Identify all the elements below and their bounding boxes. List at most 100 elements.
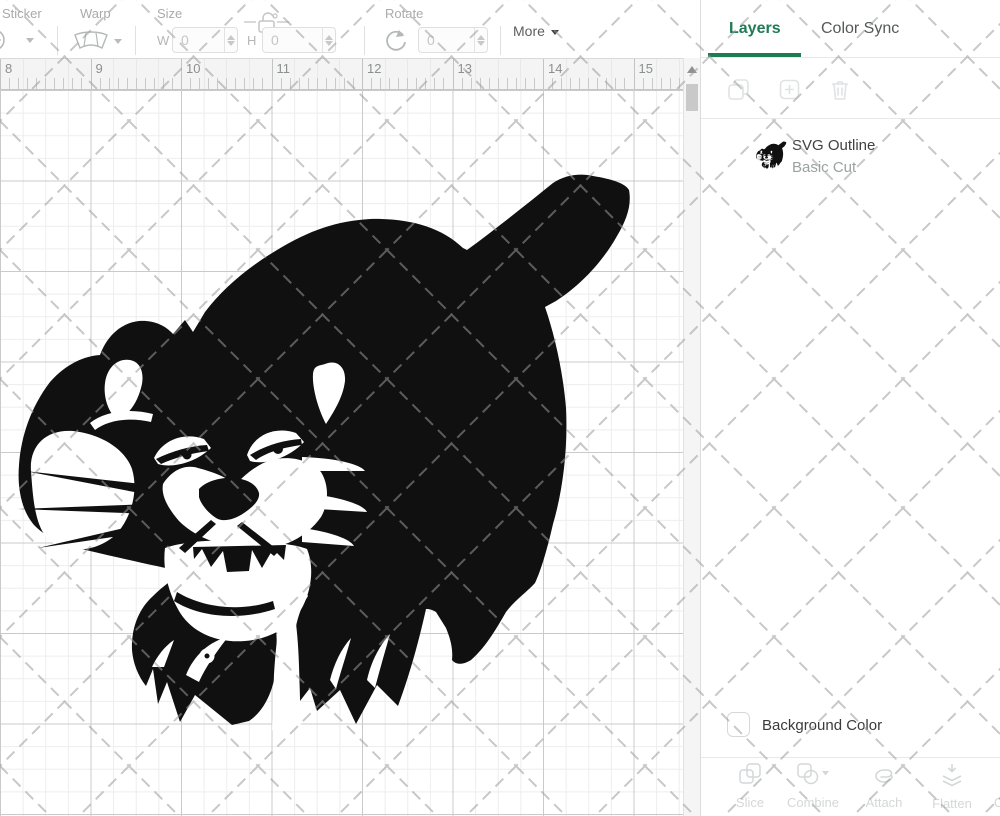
ruler-tick: [294, 59, 295, 90]
slice-icon: [738, 763, 762, 787]
width-stepper[interactable]: [224, 28, 237, 52]
ruler-tick: [385, 59, 386, 90]
ruler-tick: [281, 78, 282, 89]
ruler-tick: [9, 78, 10, 89]
ruler-tick: [489, 78, 490, 89]
panel-divider: [701, 118, 1000, 119]
ruler-tick: [63, 78, 64, 89]
ruler-tick: [398, 78, 399, 89]
size-label: Size: [157, 6, 182, 21]
warp-icon[interactable]: [72, 31, 110, 51]
slice-button[interactable]: Slice: [718, 763, 782, 810]
ruler-tick: [570, 78, 571, 89]
ruler-tick: [308, 78, 309, 89]
combine-label: Combine: [781, 795, 845, 810]
toolbar-divider: [500, 26, 501, 55]
ruler-tick: [624, 78, 625, 89]
more-button[interactable]: More: [513, 23, 545, 39]
flatten-button[interactable]: Flatten: [920, 763, 984, 811]
scroll-up-icon[interactable]: [687, 66, 697, 73]
ruler: 89101112131415: [0, 58, 683, 90]
tab-layers[interactable]: Layers: [729, 20, 781, 38]
ruler-tick: [661, 78, 662, 89]
duplicate-icon[interactable]: [728, 79, 750, 101]
rotate-input[interactable]: [419, 28, 474, 52]
delete-icon[interactable]: [830, 79, 850, 101]
height-label: H: [247, 33, 256, 48]
ruler-number: 11: [277, 61, 291, 76]
ruler-number: 12: [367, 61, 381, 76]
toolbar-divider: [135, 26, 136, 55]
ruler-tick: [36, 78, 37, 89]
width-label: W: [157, 33, 169, 48]
ruler-number: 8: [5, 61, 12, 76]
more-caret-icon[interactable]: [551, 30, 559, 35]
rotate-icon[interactable]: [383, 28, 409, 54]
panel-divider: [701, 757, 1000, 758]
ruler-number: 9: [96, 61, 103, 76]
ruler-number: 14: [548, 61, 562, 76]
ruler-tick: [154, 78, 155, 89]
ruler-tick: [453, 59, 454, 90]
ruler-tick: [389, 78, 390, 89]
ruler-tick: [652, 78, 653, 89]
ruler-tick: [407, 78, 408, 89]
ruler-tick: [23, 59, 24, 90]
height-input-box: [262, 27, 336, 53]
ruler-tick: [81, 78, 82, 89]
ruler-tick: [425, 78, 426, 89]
top-toolbar: Sticker Warp Size W H Rotate More: [0, 0, 700, 57]
ruler-tick: [371, 78, 372, 89]
sticker-icon[interactable]: [0, 28, 20, 52]
ruler-tick: [579, 78, 580, 89]
ruler-tick: [615, 78, 616, 89]
ruler-tick: [145, 78, 146, 89]
layer-thumbnail: [756, 141, 787, 170]
combine-icon: [796, 763, 830, 787]
ruler-tick: [443, 78, 444, 89]
ruler-tick: [643, 78, 644, 89]
attach-button[interactable]: Attach: [852, 763, 916, 810]
rotate-stepper[interactable]: [474, 28, 487, 52]
add-layer-icon[interactable]: [779, 79, 801, 101]
ruler-tick: [244, 78, 245, 89]
height-stepper[interactable]: [322, 28, 335, 52]
ruler-tick: [434, 78, 435, 89]
width-input[interactable]: [173, 28, 224, 52]
panel-divider: [701, 57, 1000, 58]
slice-label: Slice: [718, 795, 782, 810]
attach-icon: [871, 763, 897, 787]
ruler-tick: [109, 78, 110, 89]
ruler-tick: [127, 78, 128, 89]
ruler-tick: [272, 59, 273, 90]
ruler-tick: [262, 78, 263, 89]
scrollbar-thumb[interactable]: [686, 84, 698, 111]
ruler-tick: [471, 78, 472, 89]
ruler-number: 10: [186, 61, 200, 76]
ruler-tick: [317, 78, 318, 89]
background-color-swatch[interactable]: [727, 712, 750, 737]
ruler-tick: [353, 78, 354, 89]
ruler-tick: [208, 78, 209, 89]
ruler-tick: [199, 78, 200, 89]
vertical-scrollbar[interactable]: [683, 58, 700, 816]
ruler-tick: [290, 78, 291, 89]
raccoon-artwork[interactable]: [15, 168, 645, 748]
sticker-caret-icon[interactable]: [26, 38, 34, 43]
layer-name: SVG Outline: [792, 137, 875, 154]
layer-cut-type: Basic Cut: [792, 159, 856, 176]
ruler-tick: [462, 78, 463, 89]
warp-caret-icon[interactable]: [114, 39, 122, 44]
height-input[interactable]: [263, 28, 322, 52]
attach-label: Attach: [852, 795, 916, 810]
ruler-tick: [606, 78, 607, 89]
ruler-tick: [45, 78, 46, 89]
ruler-tick: [249, 59, 250, 90]
ruler-tick: [534, 78, 535, 89]
contour-button[interactable]: Contour: [985, 763, 1000, 810]
combine-button[interactable]: Combine: [781, 763, 845, 810]
design-canvas[interactable]: [0, 90, 683, 816]
ruler-tick: [72, 78, 73, 89]
tab-color-sync[interactable]: Color Sync: [821, 20, 899, 38]
ruler-tick: [253, 78, 254, 89]
